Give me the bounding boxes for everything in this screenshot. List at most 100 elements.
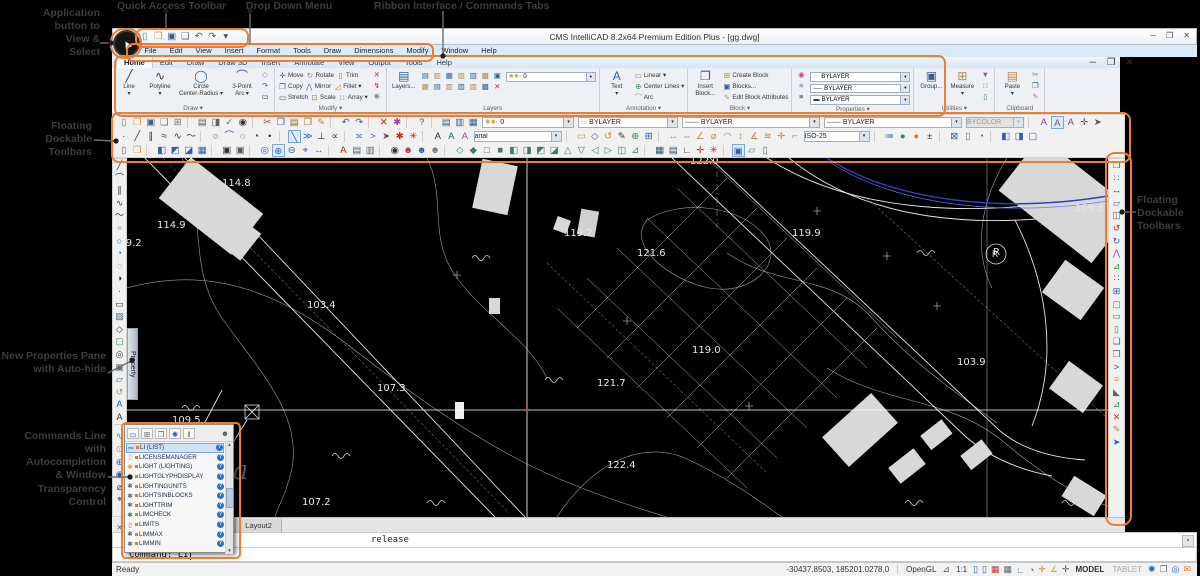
- ribbon-tab-output[interactable]: Output: [361, 57, 398, 68]
- stretch-button[interactable]: ▭Stretch: [278, 92, 308, 102]
- explode-icon[interactable]: ⊿: [1110, 398, 1123, 411]
- polygon-icon[interactable]: ◇: [259, 70, 271, 80]
- dim-linear-icon[interactable]: ↔: [667, 130, 681, 143]
- qat-save-icon[interactable]: ▣: [165, 30, 179, 43]
- spell-check-icon[interactable]: ✓: [223, 116, 237, 129]
- match-properties-icon[interactable]: ✎: [1029, 92, 1041, 102]
- dim-center-icon[interactable]: ✛: [775, 130, 789, 143]
- help-icon[interactable]: ?: [415, 116, 429, 129]
- command-suggestion-licensemanager[interactable]: ▯LICENSEMANAGER?: [126, 453, 224, 463]
- font-combo[interactable]: arial▾: [474, 131, 562, 142]
- new-icon[interactable]: ▯: [117, 116, 131, 129]
- help-badge[interactable]: ?: [217, 511, 224, 518]
- view-cube-2-icon[interactable]: ◆: [467, 144, 481, 157]
- chevron-down-icon[interactable]: ▾: [951, 118, 961, 127]
- measure-button[interactable]: ⊞Measure ▾: [948, 69, 976, 97]
- rectangle-icon[interactable]: ▭: [259, 92, 271, 102]
- open-sheet-icon[interactable]: ❐: [131, 144, 145, 157]
- snap-tangent-icon[interactable]: ∝: [328, 130, 342, 143]
- cut-icon[interactable]: ✂: [1029, 70, 1041, 80]
- snap-icon[interactable]: ▦: [991, 564, 1000, 575]
- array-icon[interactable]: ∷: [1110, 172, 1123, 185]
- view-cube-9-icon[interactable]: △: [561, 144, 575, 157]
- tile-vertical-icon[interactable]: ◪: [182, 144, 196, 157]
- menu-draw[interactable]: Draw: [317, 45, 348, 57]
- arc-icon[interactable]: ⌒: [223, 130, 237, 143]
- properties-icon[interactable]: ➤: [1110, 436, 1123, 449]
- point-icon[interactable]: ·: [117, 130, 131, 143]
- menu-tools[interactable]: Tools: [287, 45, 318, 57]
- spline-icon[interactable]: ≈: [113, 222, 126, 235]
- pan-icon[interactable]: ↔: [312, 144, 326, 157]
- cascade-icon[interactable]: ▦: [196, 144, 210, 157]
- help-badge[interactable]: ?: [217, 502, 224, 509]
- rotate-ccw-icon[interactable]: ↺: [1110, 222, 1123, 235]
- construction-line-icon[interactable]: ∥: [144, 130, 158, 143]
- layer-match-icon[interactable]: ▦: [421, 81, 431, 91]
- popup-scrollbar[interactable]: ▲▼: [225, 442, 233, 554]
- lineweight-combo[interactable]: ───BYLAYER▾: [824, 117, 962, 128]
- image-clip-icon[interactable]: ▱: [745, 144, 759, 157]
- model-toggle[interactable]: MODEL: [1075, 565, 1104, 574]
- paste-special-icon[interactable]: ❐: [301, 116, 315, 129]
- visual-style-eye-icon[interactable]: ◉: [388, 144, 402, 157]
- ucs-origin-icon[interactable]: ✛: [694, 144, 708, 157]
- view-cube-4-icon[interactable]: ■: [494, 144, 508, 157]
- dim-ordinate-icon[interactable]: ↕: [734, 130, 748, 143]
- menu-modify[interactable]: Modify: [400, 45, 435, 57]
- command-suggestion-limits[interactable]: ▯LIMITS?: [126, 520, 224, 530]
- line-icon[interactable]: ╱: [113, 159, 126, 172]
- viewport-3-icon[interactable]: ▢: [1026, 130, 1040, 143]
- help-badge[interactable]: ?: [217, 531, 224, 538]
- arc-3pt-icon[interactable]: ◔: [113, 247, 126, 260]
- viewport-2-icon[interactable]: ◨: [1013, 130, 1027, 143]
- match-properties-icon[interactable]: ✎: [315, 116, 329, 129]
- properties-pane-tab[interactable]: Property: [127, 328, 138, 400]
- layer-delete-icon[interactable]: ✕: [493, 81, 503, 91]
- dim-update-icon[interactable]: ●: [910, 130, 924, 143]
- explode-icon[interactable]: ✱: [393, 130, 407, 143]
- redline-icon[interactable]: ☻: [402, 144, 416, 157]
- layer-combo[interactable]: ✺✹▫0▾: [482, 117, 574, 128]
- help-badge[interactable]: ?: [217, 540, 224, 547]
- view-cube-1-icon[interactable]: ◇: [453, 144, 467, 157]
- render-icon[interactable]: A: [337, 144, 351, 157]
- copy-history-icon[interactable]: ❐: [155, 428, 167, 439]
- clock-icon[interactable]: ◔: [975, 130, 989, 143]
- copy-clip-icon[interactable]: ❐: [1029, 81, 1041, 91]
- window-icon[interactable]: ❐: [1160, 564, 1168, 575]
- region-icon[interactable]: ▣: [113, 361, 126, 374]
- ellipse-icon[interactable]: ◌: [236, 130, 250, 143]
- plot-preview-icon[interactable]: ⊞: [171, 116, 185, 129]
- view-cube-6-icon[interactable]: ◨: [521, 144, 535, 157]
- view-cube-13-icon[interactable]: ◫: [615, 144, 629, 157]
- ucs-world-icon[interactable]: ✳: [707, 144, 721, 157]
- polar-icon[interactable]: ◔: [1029, 565, 1034, 575]
- help-badge[interactable]: ?: [217, 483, 224, 490]
- align-icon[interactable]: ◫: [1110, 209, 1123, 222]
- layer-states-icon[interactable]: ▦: [467, 116, 481, 129]
- layout-tab-layout2[interactable]: Layout2: [236, 519, 282, 532]
- close-button[interactable]: ✕: [1183, 31, 1190, 40]
- mail-icon[interactable]: ✉: [1183, 564, 1191, 575]
- menu-window[interactable]: Window: [435, 45, 475, 57]
- dim-diameter-icon[interactable]: ⌀: [707, 130, 721, 143]
- point-style-icon[interactable]: ✛: [1078, 116, 1092, 129]
- blocks-button[interactable]: ▣Blocks...: [722, 81, 756, 91]
- view-cube-7-icon[interactable]: ◩: [534, 144, 548, 157]
- cut-icon[interactable]: ✂: [261, 116, 275, 129]
- image-attach-icon[interactable]: ▣: [732, 144, 746, 157]
- chevron-down-icon[interactable]: ▾: [1013, 118, 1023, 127]
- view-cube-8-icon[interactable]: ◪: [548, 144, 562, 157]
- chevron-down-icon[interactable]: ▾: [900, 96, 909, 104]
- qat-preview-icon[interactable]: ❏: [179, 30, 193, 43]
- menu-edit[interactable]: Edit: [163, 45, 189, 57]
- mtext-icon[interactable]: A: [445, 130, 459, 143]
- ribbon-tab-edit[interactable]: Edit: [153, 57, 180, 68]
- circle-icon[interactable]: ○: [113, 235, 126, 248]
- revcloud-icon[interactable]: ↺: [602, 130, 616, 143]
- camera-icon[interactable]: ▣: [220, 144, 234, 157]
- zoom-out-icon[interactable]: ⊖: [285, 144, 299, 157]
- help-badge[interactable]: ?: [217, 454, 224, 461]
- ribbon-tab-draw-3d[interactable]: Draw 3D: [211, 57, 254, 68]
